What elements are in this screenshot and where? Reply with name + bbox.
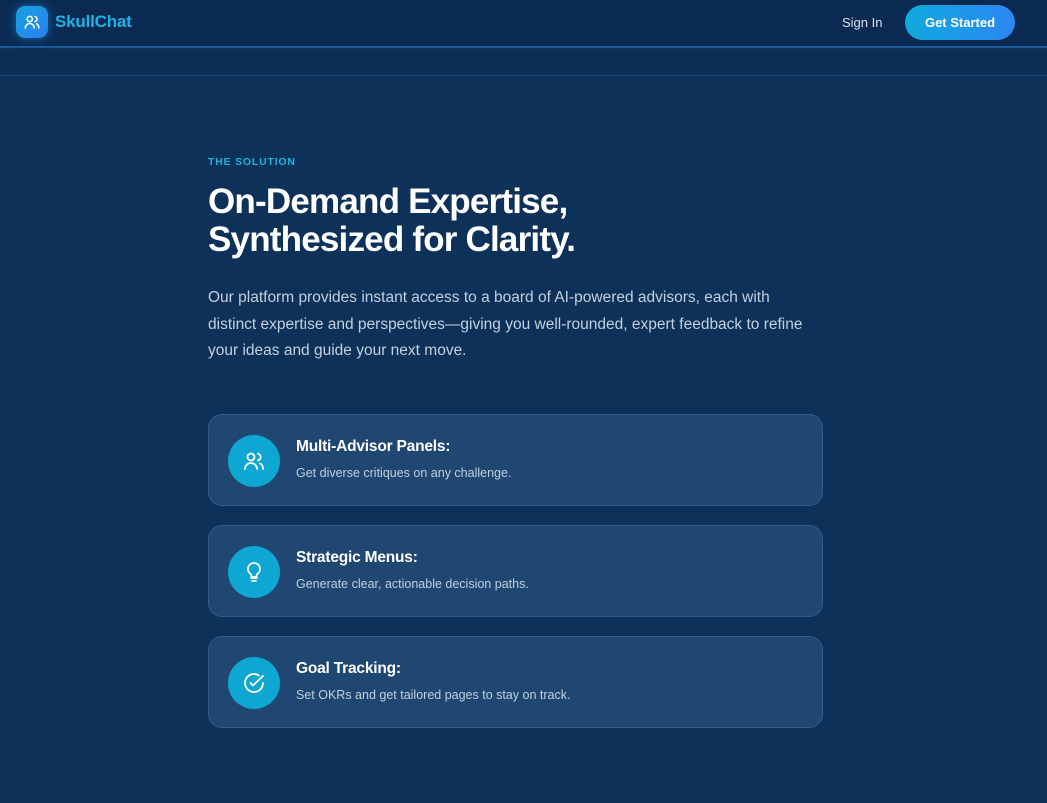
top-navbar: SkullChat Sign In Get Started	[0, 0, 1047, 48]
brand-name[interactable]: SkullChat	[55, 12, 132, 32]
feature-title: Multi-Advisor Panels:	[296, 438, 451, 455]
users-icon	[244, 452, 264, 470]
headline-line-1: On-Demand Expertise,	[208, 182, 568, 221]
feature-card-goal-tracking: Goal Tracking: Set OKRs and get tailored…	[208, 636, 823, 728]
section-eyebrow: THE SOLUTION	[208, 156, 296, 168]
sign-in-link[interactable]: Sign In	[842, 15, 882, 30]
feature-title: Goal Tracking:	[296, 660, 401, 677]
section-description: Our platform provides instant access to …	[208, 289, 803, 359]
navbar-subbar	[0, 50, 1047, 76]
section-headline: On-Demand Expertise, Synthesized for Cla…	[208, 183, 808, 259]
feature-description: Set OKRs and get tailored pages to stay …	[296, 688, 571, 702]
brand-logo[interactable]	[16, 6, 48, 38]
feature-card-strategic-menus: Strategic Menus: Generate clear, actiona…	[208, 525, 823, 617]
users-icon	[24, 15, 40, 29]
feature-icon-badge	[228, 546, 280, 598]
feature-icon-badge	[228, 657, 280, 709]
check-circle-icon	[244, 673, 264, 693]
feature-title: Strategic Menus:	[296, 549, 418, 566]
headline-line-2: Synthesized for Clarity.	[208, 220, 576, 259]
lightbulb-icon	[247, 562, 261, 582]
feature-icon-badge	[228, 435, 280, 487]
get-started-button[interactable]: Get Started	[905, 5, 1015, 40]
feature-description: Generate clear, actionable decision path…	[296, 577, 529, 591]
feature-description: Get diverse critiques on any challenge.	[296, 466, 512, 480]
feature-card-multi-advisor: Multi-Advisor Panels: Get diverse critiq…	[208, 414, 823, 506]
